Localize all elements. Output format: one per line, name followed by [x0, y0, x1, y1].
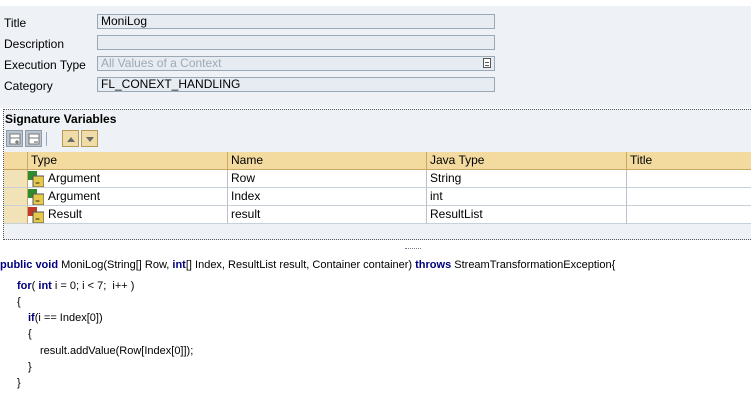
name-cell[interactable]: Row — [228, 170, 427, 188]
result-icon: = — [28, 207, 44, 223]
description-label: Description — [4, 37, 65, 51]
code-line: { — [17, 296, 21, 308]
java-type-cell[interactable]: ResultList — [427, 206, 627, 224]
code-line: } — [28, 361, 32, 373]
arrow-up-icon — [67, 137, 75, 142]
title-field[interactable]: MoniLog — [97, 14, 495, 29]
description-field[interactable] — [97, 35, 495, 50]
svg-text:=: = — [35, 180, 40, 187]
column-header-type[interactable]: Type — [28, 152, 228, 170]
execution-type-value: All Values of a Context — [101, 56, 222, 70]
code-line: } — [17, 377, 21, 389]
table-row[interactable]: = Argument Index int — [4, 188, 751, 206]
add-row-icon — [9, 133, 21, 145]
code-line: if(i == Index[0]) — [28, 312, 103, 324]
arrow-down-icon — [86, 137, 94, 142]
column-header-name[interactable]: Name — [228, 152, 427, 170]
remove-row-icon — [28, 133, 40, 145]
java-type-cell[interactable]: int — [427, 188, 627, 206]
type-cell[interactable]: = Argument — [28, 188, 228, 206]
category-field[interactable]: FL_CONEXT_HANDLING — [97, 77, 495, 92]
signature-variables-title: Signature Variables — [5, 112, 117, 126]
table-row[interactable]: = Result result ResultList — [4, 206, 751, 224]
splitter-grip-icon[interactable] — [405, 248, 421, 251]
code-line: for( int i = 0; i < 7; i++ ) — [17, 280, 135, 292]
execution-type-dropdown[interactable]: All Values of a Context — [97, 56, 495, 71]
move-down-button[interactable] — [81, 130, 98, 147]
argument-icon: = — [28, 189, 44, 205]
code-line: public void MoniLog(String[] Row, int[] … — [0, 259, 616, 271]
type-cell[interactable]: = Argument — [28, 170, 228, 188]
argument-icon: = — [28, 171, 44, 187]
title-label: Title — [4, 16, 27, 30]
row-selector[interactable] — [4, 170, 28, 188]
title-cell[interactable] — [627, 206, 751, 224]
code-editor[interactable]: public void MoniLog(String[] Row, int[] … — [0, 252, 751, 405]
table-row[interactable]: = Argument Row String — [4, 170, 751, 188]
code-line: { — [28, 328, 32, 340]
type-cell[interactable]: = Result — [28, 206, 228, 224]
remove-row-button[interactable] — [25, 130, 42, 147]
svg-text:=: = — [35, 216, 40, 223]
title-cell[interactable] — [627, 170, 751, 188]
name-cell[interactable]: Index — [228, 188, 427, 206]
signature-variables-panel: Signature Variables Type Name Java Type … — [3, 109, 751, 240]
dropdown-icon[interactable] — [483, 58, 491, 68]
add-row-button[interactable] — [6, 130, 23, 147]
name-cell[interactable]: result — [228, 206, 427, 224]
splitter-handle[interactable] — [0, 242, 751, 252]
table-header-row: Type Name Java Type Title — [4, 152, 751, 170]
select-all-cell[interactable] — [4, 152, 28, 170]
row-selector[interactable] — [4, 206, 28, 224]
svg-text:=: = — [35, 198, 40, 205]
move-up-button[interactable] — [62, 130, 79, 147]
function-properties-form: Title MoniLog Description Execution Type… — [0, 6, 751, 108]
code-line: result.addValue(Row[Index[0]]); — [40, 345, 194, 357]
row-selector[interactable] — [4, 188, 28, 206]
column-header-java-type[interactable]: Java Type — [427, 152, 627, 170]
title-cell[interactable] — [627, 188, 751, 206]
execution-type-label: Execution Type — [4, 58, 86, 72]
toolbar-separator — [46, 132, 47, 146]
category-label: Category — [4, 79, 53, 93]
column-header-title[interactable]: Title — [627, 152, 751, 170]
java-type-cell[interactable]: String — [427, 170, 627, 188]
